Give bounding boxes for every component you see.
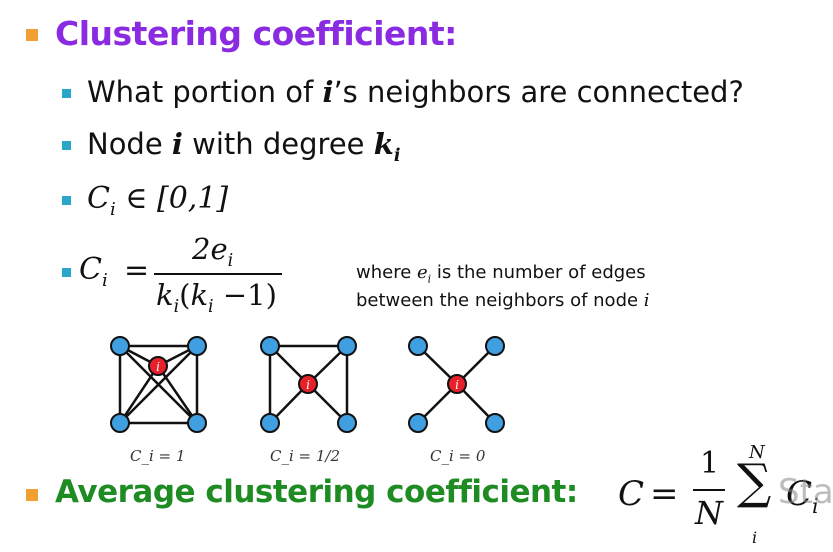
teal-square-bullet-icon xyxy=(62,268,71,277)
node-blue-icon xyxy=(337,413,357,433)
node-blue-icon xyxy=(485,336,505,356)
summation-icon: ∑ xyxy=(737,454,772,510)
question-pre: What portion of xyxy=(87,75,323,109)
range-rest: ∈ [0,1] xyxy=(115,181,229,216)
note-line-1: where ei is the number of edges xyxy=(356,262,646,286)
orange-square-bullet-icon xyxy=(26,489,38,501)
node-blue-icon xyxy=(260,413,280,433)
formula-equals: = xyxy=(124,253,150,288)
node-pre: Node xyxy=(87,127,172,161)
graph2-center-label: i xyxy=(306,378,310,392)
note-l2-pre: between the neighbors of node xyxy=(356,290,644,311)
graph3-center-label: i xyxy=(455,378,459,392)
formula-lhs: Ci xyxy=(79,252,108,291)
clustering-examples-diagram: i i i xyxy=(110,336,505,433)
bullet-question: What portion of i’s neighbors are connec… xyxy=(87,75,744,109)
avg-fraction-bar xyxy=(693,489,725,491)
bullet-node-degree: Node i with degree ki xyxy=(87,127,400,166)
den-k2: k xyxy=(190,278,209,312)
formula-num-text: 2e xyxy=(192,232,228,266)
formula-lhs-sub: i xyxy=(101,270,108,291)
den-rest: −1) xyxy=(213,278,277,312)
node-blue-icon xyxy=(485,413,505,433)
orange-square-bullet-icon xyxy=(26,29,38,41)
note-l2-i: i xyxy=(643,290,650,311)
caption-graph-1: C_i = 1 xyxy=(130,447,186,465)
den-k1: k xyxy=(156,278,174,312)
node-blue-icon xyxy=(337,336,357,356)
node-blue-icon xyxy=(408,336,428,356)
heading-clustering-coefficient: Clustering coefficient: xyxy=(55,14,457,53)
range-c: C xyxy=(87,181,110,216)
avg-frac-num: 1 xyxy=(700,446,720,481)
fraction-bar xyxy=(154,273,282,275)
avg-sum-bot: i xyxy=(752,528,758,547)
caption-graph-2: C_i = 1/2 xyxy=(270,447,341,465)
node-blue-icon xyxy=(187,413,207,433)
node-k-sub: i xyxy=(393,145,401,166)
den-open: ( xyxy=(179,278,191,312)
teal-square-bullet-icon xyxy=(62,196,71,205)
formula-denominator: ki(ki −1) xyxy=(156,278,277,317)
avg-frac-den: N xyxy=(695,494,723,532)
node-blue-icon xyxy=(187,336,207,356)
node-k: k xyxy=(373,127,394,161)
bullet-range: Ci ∈ [0,1] xyxy=(87,181,228,220)
formula-lhs-c: C xyxy=(79,252,102,287)
note-post: is the number of edges xyxy=(431,262,646,283)
teal-square-bullet-icon xyxy=(62,89,71,98)
node-i: i xyxy=(171,127,183,161)
caption-graph-3: C_i = 0 xyxy=(430,447,486,465)
avg-c: C xyxy=(618,474,645,514)
formula-num-sub: i xyxy=(227,250,234,271)
avg-equals: = xyxy=(650,474,679,514)
note-e: e xyxy=(417,262,428,283)
heading-average-clustering: Average clustering coefficient: xyxy=(55,474,578,510)
formula-numerator: 2ei xyxy=(192,232,233,271)
note-line-2: between the neighbors of node i xyxy=(356,290,650,311)
teal-square-bullet-icon xyxy=(62,141,71,150)
note-pre: where xyxy=(356,262,418,283)
question-post: ’s neighbors are connected? xyxy=(333,75,744,109)
node-blue-icon xyxy=(408,413,428,433)
graph1-center-label: i xyxy=(156,360,160,374)
node-mid: with degree xyxy=(182,127,374,161)
question-var: i xyxy=(322,75,334,109)
overlay-watermark-text: Sta xyxy=(778,472,833,512)
node-blue-icon xyxy=(110,336,130,356)
node-blue-icon xyxy=(110,413,130,433)
node-blue-icon xyxy=(260,336,280,356)
